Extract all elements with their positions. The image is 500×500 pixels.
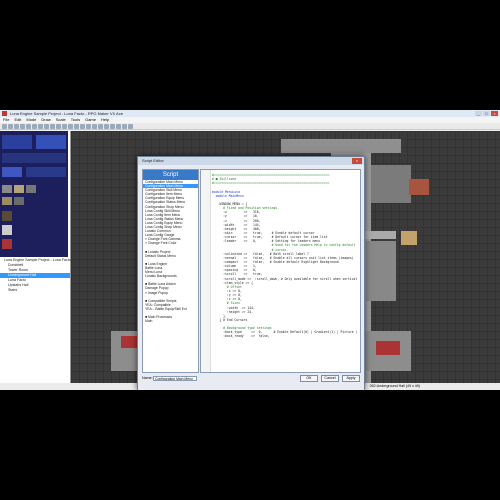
open-project-icon[interactable] <box>8 123 13 129</box>
script-list: Script Configuration Main Menu Configurat… <box>142 169 199 373</box>
tile-block[interactable] <box>2 239 12 249</box>
code-line: # Used for the Leaders Help in config de… <box>212 243 356 248</box>
map-room <box>366 241 396 301</box>
resource-manager-icon[interactable] <box>110 123 115 129</box>
code-editor[interactable]: #=======================================… <box>200 169 361 373</box>
tile-block[interactable] <box>26 185 36 193</box>
save-project-icon[interactable] <box>14 123 19 129</box>
tile-block[interactable] <box>26 167 66 177</box>
script-name-row: Name: <box>142 375 197 382</box>
copy-icon[interactable] <box>26 123 31 129</box>
script-items: Configuration Main Menu Configuration Mai… <box>143 180 198 323</box>
map-tree: Luna Engine Sample Project - Luna Facto … <box>0 258 71 390</box>
rectangle-icon[interactable] <box>68 123 73 129</box>
script-list-item[interactable]: Main <box>143 319 198 323</box>
tile-block[interactable] <box>36 135 66 149</box>
script-list-header: Script <box>143 170 198 180</box>
layer-event-icon[interactable] <box>56 123 61 129</box>
dialog-titlebar: Script Editor × <box>138 157 364 165</box>
database-icon[interactable] <box>104 123 109 129</box>
ok-button[interactable]: OK <box>300 375 318 382</box>
paste-icon[interactable] <box>32 123 37 129</box>
map-room <box>371 165 411 203</box>
dialog-buttons: OK Cancel Apply <box>300 375 360 382</box>
dialog-title: Script Editor <box>142 158 164 163</box>
line-gutter <box>201 170 211 372</box>
layer-map-icon[interactable] <box>50 123 55 129</box>
tile-block[interactable] <box>2 197 12 205</box>
tile-block[interactable] <box>2 211 12 221</box>
window-title: Luna Engine Sample Project - Luna Facto … <box>10 111 123 116</box>
screenshot-area: Luna Engine Sample Project - Luna Facto … <box>0 110 500 390</box>
apply-button[interactable]: Apply <box>342 375 360 382</box>
tile-block[interactable] <box>2 153 66 163</box>
tile-block[interactable] <box>2 135 32 149</box>
script-editor-icon[interactable] <box>116 123 121 129</box>
pencil-icon[interactable] <box>62 123 67 129</box>
zoom-in-icon[interactable] <box>92 123 97 129</box>
sound-test-icon[interactable] <box>122 123 127 129</box>
map-wall <box>281 139 401 153</box>
tile-block[interactable] <box>2 185 12 193</box>
fill-icon[interactable] <box>80 123 85 129</box>
cut-icon[interactable] <box>20 123 25 129</box>
status-map-info: 052:Underground Hall (49 x 49) <box>369 384 420 388</box>
dialog-close-button[interactable]: × <box>352 158 362 164</box>
window-controls: _ □ × <box>475 111 498 116</box>
code-line: :back_ready => false, <box>212 334 270 339</box>
name-label: Name: <box>142 376 153 380</box>
map-crate <box>401 231 417 245</box>
script-name-input[interactable] <box>153 376 197 381</box>
delete-icon[interactable] <box>38 123 43 129</box>
undo-icon[interactable] <box>44 123 49 129</box>
minimize-button[interactable]: _ <box>475 111 482 116</box>
maximize-button[interactable]: □ <box>483 111 490 116</box>
tree-item-map[interactable]: Stairs <box>0 288 70 293</box>
playtest-icon[interactable] <box>128 123 133 129</box>
map-carpet <box>376 341 400 355</box>
left-pane: Luna Engine Sample Project - Luna Facto … <box>0 131 71 390</box>
app-icon <box>2 111 7 116</box>
script-editor-dialog: Script Editor × Script Configuration Mai… <box>137 156 365 390</box>
toolbar <box>0 123 500 130</box>
close-button[interactable]: × <box>491 111 498 116</box>
shadow-pen-icon[interactable] <box>86 123 91 129</box>
ellipse-icon[interactable] <box>74 123 79 129</box>
code-text[interactable]: #=======================================… <box>212 173 357 339</box>
tile-block[interactable] <box>14 185 24 193</box>
zoom-out-icon[interactable] <box>98 123 103 129</box>
window-titlebar: Luna Engine Sample Project - Luna Facto … <box>0 110 500 117</box>
tileset-palette[interactable] <box>0 131 68 257</box>
tile-block[interactable] <box>14 197 24 205</box>
cancel-button[interactable]: Cancel <box>321 375 339 382</box>
new-project-icon[interactable] <box>2 123 7 129</box>
tile-block[interactable] <box>2 167 22 177</box>
map-carpet <box>409 179 429 195</box>
tile-block[interactable] <box>2 225 12 235</box>
